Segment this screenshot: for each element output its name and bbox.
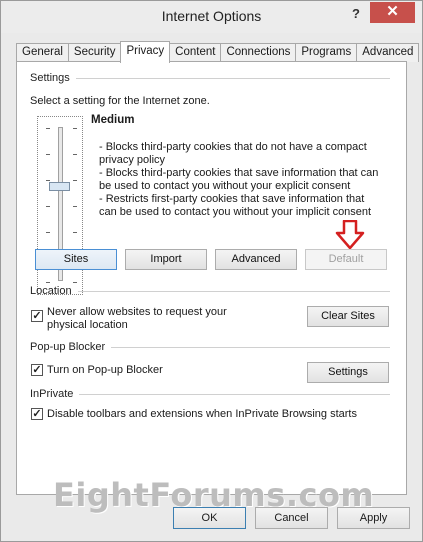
sites-button[interactable]: Sites <box>35 249 117 270</box>
privacy-level-title: Medium <box>91 114 135 126</box>
slider-tick <box>46 154 50 155</box>
tab-connections[interactable]: Connections <box>220 43 297 62</box>
tab-privacy[interactable]: Privacy <box>120 41 171 63</box>
slider-tick <box>73 154 77 155</box>
location-checkbox-label: Never allow websites to request your phy… <box>47 306 227 332</box>
slider-tick <box>73 206 77 207</box>
location-group-header: Location <box>30 285 390 297</box>
title-bar: Internet Options ? ✕ <box>1 1 422 33</box>
location-label-line: Never allow websites to request your <box>47 306 227 318</box>
description-line: privacy policy <box>99 154 166 166</box>
clear-sites-button[interactable]: Clear Sites <box>307 306 389 327</box>
location-checkbox[interactable]: ✓ <box>31 310 43 322</box>
location-heading: Location <box>30 285 72 297</box>
tab-programs[interactable]: Programs <box>295 43 358 62</box>
slider-tick <box>73 282 77 283</box>
popup-settings-button[interactable]: Settings <box>307 362 389 383</box>
slider-tick <box>46 232 50 233</box>
zone-label: Select a setting for the Internet zone. <box>30 95 210 107</box>
tab-general[interactable]: General <box>16 43 69 62</box>
slider-tick <box>73 128 77 129</box>
popup-group-header: Pop-up Blocker <box>30 341 390 353</box>
settings-group-header: Settings <box>30 72 390 84</box>
description-line: can be used to contact you without your … <box>99 206 372 218</box>
ok-button[interactable]: OK <box>173 507 246 529</box>
slider-tick <box>46 282 50 283</box>
popup-blocker-label: Turn on Pop-up Blocker <box>47 364 163 376</box>
slider-tick <box>46 180 50 181</box>
slider-tick <box>46 128 50 129</box>
cancel-button[interactable]: Cancel <box>255 507 328 529</box>
internet-options-window: Internet Options ? ✕ General Security Pr… <box>0 0 423 542</box>
tab-strip: General Security Privacy Content Connect… <box>16 41 420 63</box>
inprivate-checkbox[interactable]: ✓ <box>31 408 43 420</box>
inprivate-checkbox-label: Disable toolbars and extensions when InP… <box>47 408 357 420</box>
divider <box>111 346 390 348</box>
advanced-button[interactable]: Advanced <box>215 249 297 270</box>
import-button[interactable]: Import <box>125 249 207 270</box>
apply-button[interactable]: Apply <box>337 507 410 529</box>
privacy-panel: Settings Select a setting for the Intern… <box>16 61 407 495</box>
slider-tick <box>73 180 77 181</box>
divider <box>77 290 390 292</box>
description-line: - Blocks third-party cookies that save i… <box>99 167 379 179</box>
privacy-level-description: - Blocks third-party cookies that do not… <box>99 141 389 219</box>
default-button[interactable]: Default <box>305 249 387 270</box>
slider-tick <box>73 232 77 233</box>
description-line: - Restricts first-party cookies that sav… <box>99 193 365 205</box>
tab-content[interactable]: Content <box>169 43 222 62</box>
popup-heading: Pop-up Blocker <box>30 341 106 353</box>
popup-blocker-checkbox[interactable]: ✓ <box>31 364 43 376</box>
tab-security[interactable]: Security <box>67 43 122 62</box>
location-label-line: physical location <box>47 319 128 331</box>
divider <box>75 77 390 79</box>
description-line: - Blocks third-party cookies that do not… <box>99 141 367 153</box>
slider-thumb[interactable] <box>49 182 70 191</box>
inprivate-heading: InPrivate <box>30 388 74 400</box>
close-button[interactable]: ✕ <box>370 2 415 23</box>
settings-heading: Settings <box>30 72 70 84</box>
inprivate-group-header: InPrivate <box>30 388 390 400</box>
slider-tick <box>46 206 50 207</box>
divider <box>79 393 390 395</box>
tab-advanced[interactable]: Advanced <box>356 43 420 62</box>
help-button[interactable]: ? <box>349 6 363 22</box>
red-arrow-icon <box>335 220 365 250</box>
description-line: be used to contact you without your expl… <box>99 180 351 192</box>
